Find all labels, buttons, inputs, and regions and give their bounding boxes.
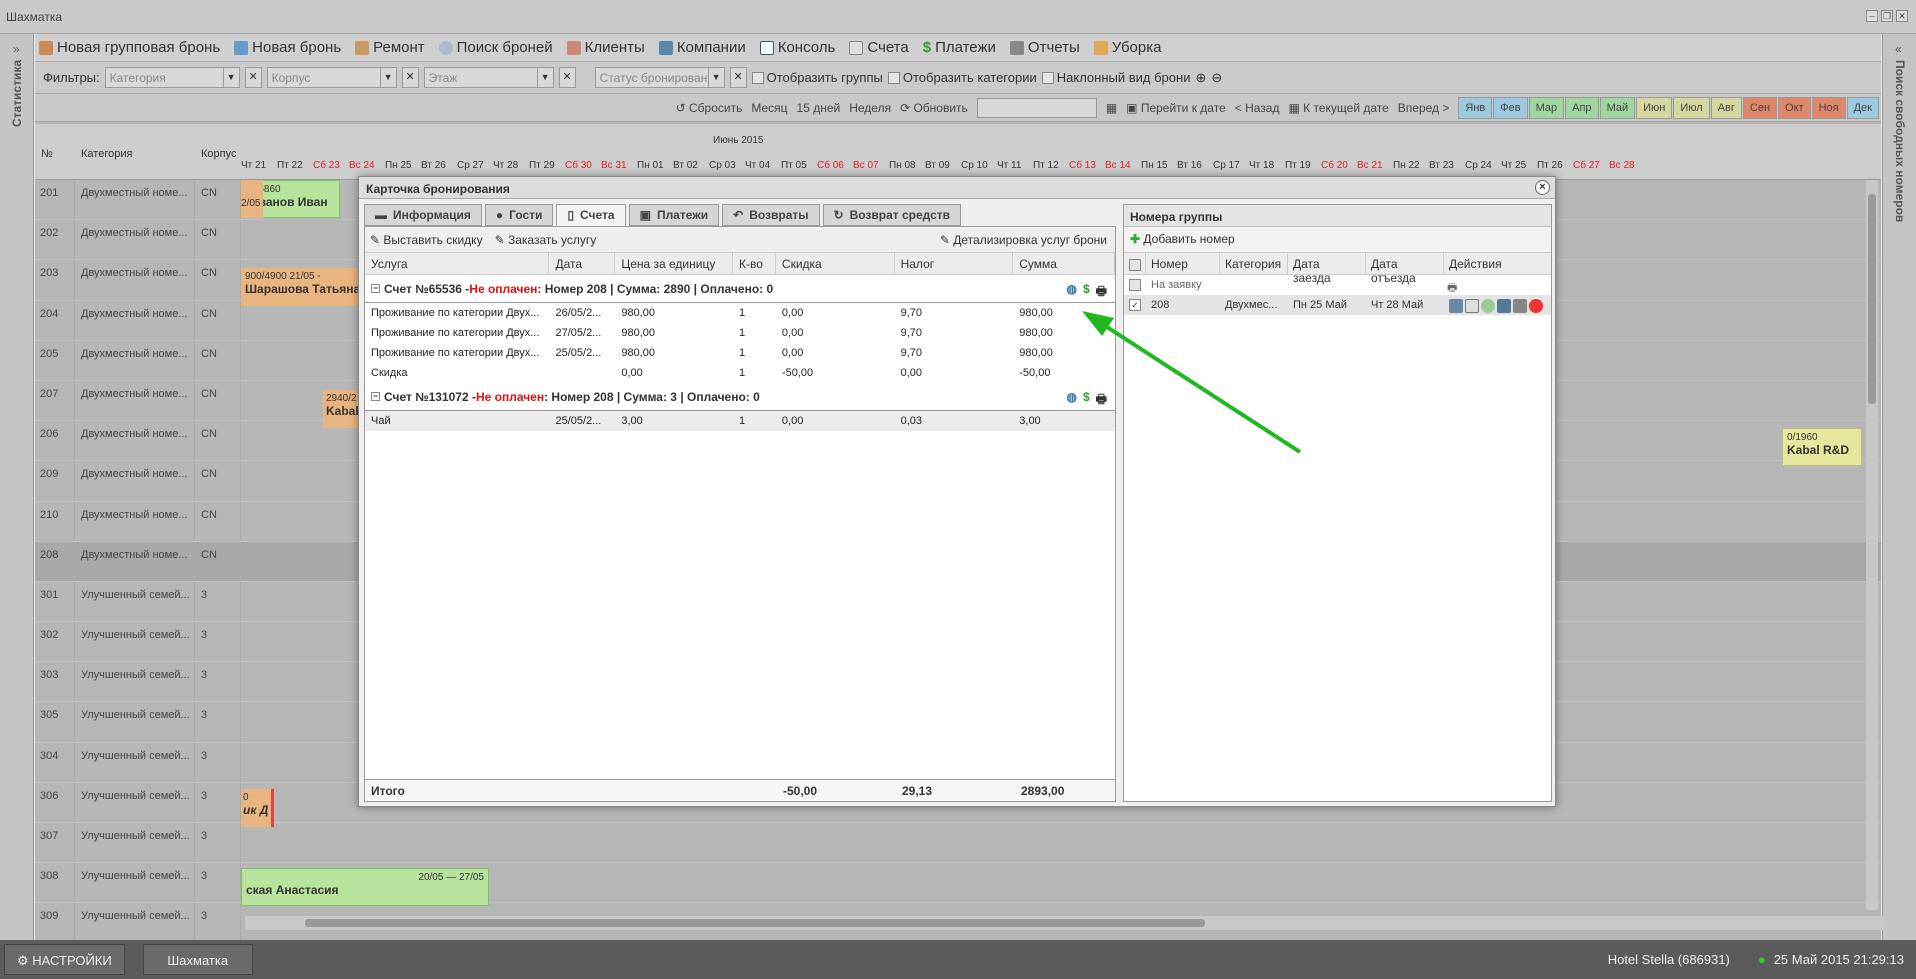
hotel-label: Hotel Stella (686931) <box>1607 952 1730 967</box>
settings-button[interactable]: ⚙ НАСТРОЙКИ <box>4 944 125 975</box>
annotation-arrow <box>1082 311 1302 454</box>
arrow-line <box>1088 314 1302 454</box>
arrow-head <box>1082 311 1114 336</box>
taskbar-tab[interactable]: Шахматка <box>142 944 253 975</box>
status-dot-icon: ● <box>1757 952 1766 967</box>
datetime: 25 Май 2015 21:29:13 <box>1773 952 1904 967</box>
taskbar: ⚙ НАСТРОЙКИ Шахматка Hotel Stella (68693… <box>0 940 1916 979</box>
gear-icon: ⚙ <box>17 953 29 968</box>
